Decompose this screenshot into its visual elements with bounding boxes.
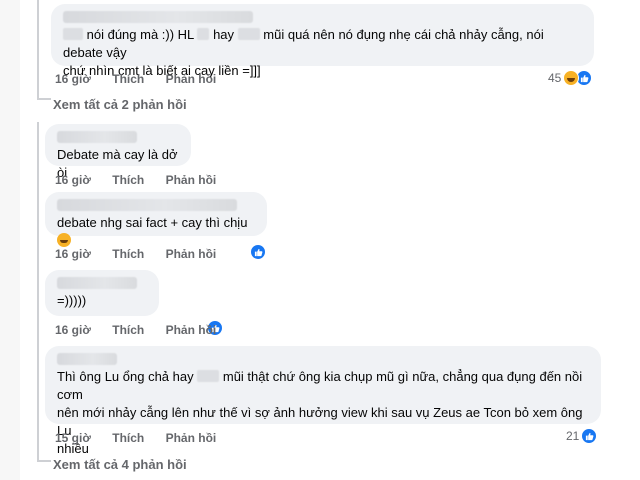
comment-bubble: =))))): [45, 270, 159, 316]
thread-line: [37, 122, 39, 462]
comment-actions: 15 giờ Thích Phản hồi: [55, 431, 234, 445]
commenter-name[interactable]: [57, 353, 117, 365]
commenter-name[interactable]: [57, 277, 137, 289]
comment-bubble: Thì ông Lu ổng chả hay mũi thật chứ ông …: [45, 346, 601, 456]
like-button[interactable]: Thích: [112, 72, 144, 86]
like-button[interactable]: Thích: [112, 323, 144, 337]
like-button[interactable]: Thích: [112, 431, 144, 445]
comment-actions: 16 giờ Thích Phản hồi: [55, 247, 234, 261]
comment-actions: 16 giờ Thích Phản hồi: [55, 72, 234, 86]
redacted-text: [237, 28, 260, 40]
comment-bubble: Debate mà cay là dở òi: [45, 124, 191, 180]
like-button[interactable]: Thích: [112, 173, 144, 187]
comment-text-part: nói đúng mà :)) HL: [86, 27, 194, 42]
comment-bubble: debate nhg sai fact + cay thì chịu: [45, 192, 267, 247]
haha-reaction-icon: [563, 70, 580, 86]
reaction-count: 21: [566, 429, 580, 443]
comment-time[interactable]: 16 giờ: [55, 72, 91, 86]
reaction-summary[interactable]: 21: [566, 428, 598, 444]
comment-time[interactable]: 16 giờ: [55, 173, 91, 187]
reply-button[interactable]: Phản hồi: [166, 72, 217, 86]
reply-button[interactable]: Phản hồi: [166, 431, 217, 445]
reaction-count: 45: [548, 71, 562, 85]
like-reaction-icon: [581, 428, 598, 444]
redacted-text: [197, 370, 220, 382]
comment-actions: 16 giờ Thích Phản hồi: [55, 323, 234, 337]
laughing-emoji-icon: [57, 233, 71, 247]
reaction-summary[interactable]: 45: [548, 70, 593, 86]
thread-line: [37, 460, 51, 462]
like-button[interactable]: Thích: [112, 247, 144, 261]
comment-text-part: hay: [213, 27, 235, 42]
left-gutter: [0, 0, 20, 480]
commenter-name[interactable]: [57, 131, 137, 143]
redacted-text: [197, 28, 210, 40]
reaction-summary[interactable]: [250, 244, 266, 260]
comment-text: =))))): [57, 293, 87, 308]
commenter-name[interactable]: [63, 11, 253, 23]
view-all-replies-link[interactable]: Xem tất cả 2 phản hồi: [53, 97, 187, 112]
view-all-replies-link[interactable]: Xem tất cả 4 phản hồi: [53, 457, 187, 472]
reply-button[interactable]: Phản hồi: [166, 247, 217, 261]
redacted-text: [63, 28, 83, 40]
comment-time[interactable]: 15 giờ: [55, 431, 91, 445]
thread-line: [37, 98, 51, 100]
comment-text: nói đúng mà :)) HL hay mũi quá nên nó đụ…: [63, 27, 544, 78]
comment-time[interactable]: 16 giờ: [55, 247, 91, 261]
thread-line: [37, 0, 39, 100]
comment-time[interactable]: 16 giờ: [55, 323, 91, 337]
reply-button[interactable]: Phản hồi: [166, 323, 217, 337]
commenter-name[interactable]: [57, 199, 237, 211]
like-reaction-icon: [250, 244, 266, 260]
comment-bubble: nói đúng mà :)) HL hay mũi quá nên nó đụ…: [51, 4, 594, 78]
comment-text: debate nhg sai fact + cay thì chịu: [57, 215, 248, 230]
comment-text-part: Thì ông Lu ổng chả hay: [57, 369, 194, 384]
reply-button[interactable]: Phản hồi: [166, 173, 217, 187]
comment-actions: 16 giờ Thích Phản hồi: [55, 173, 234, 187]
